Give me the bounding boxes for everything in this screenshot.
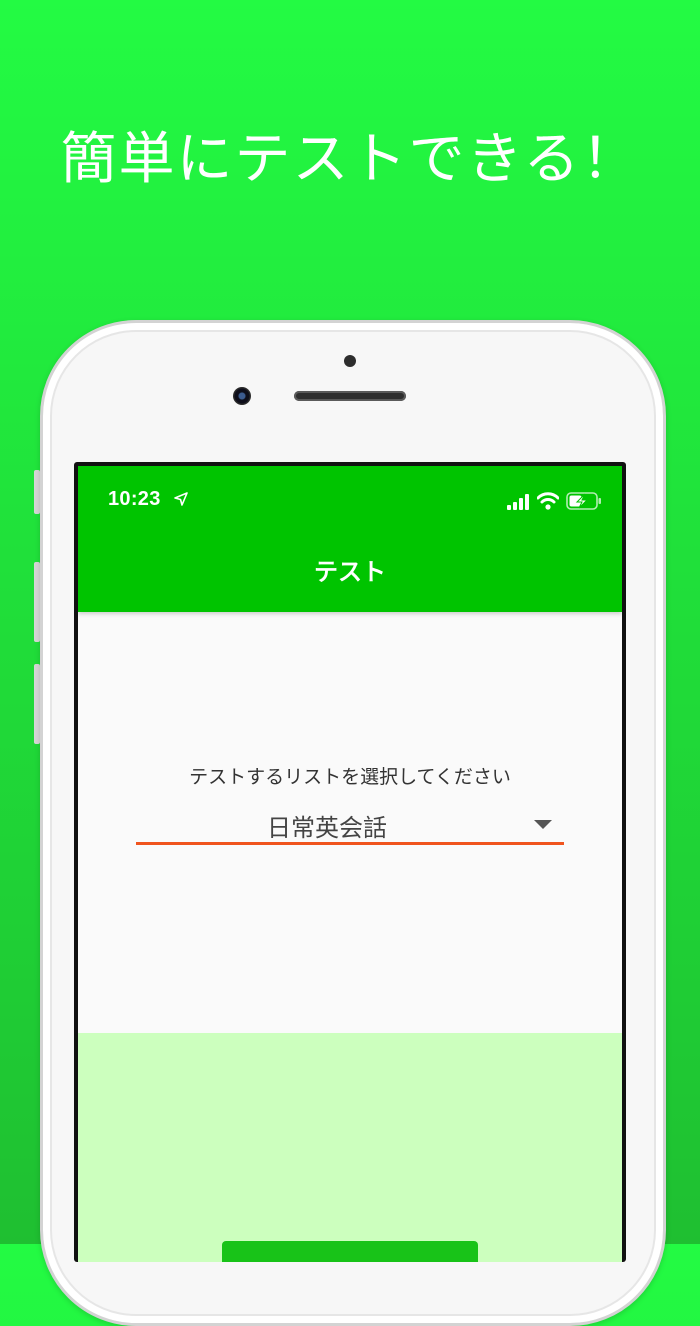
front-camera-icon xyxy=(233,387,251,405)
dropdown-underline xyxy=(136,842,564,845)
status-time: 10:23 xyxy=(108,488,161,510)
earpiece-speaker xyxy=(294,391,406,401)
start-test-button[interactable] xyxy=(222,1241,478,1262)
app-screen: 10:23 テスト テストするリストを選択してください 日常英会話 xyxy=(78,466,622,1262)
proximity-sensor xyxy=(344,355,356,367)
battery-charging-icon xyxy=(566,492,601,510)
wifi-icon xyxy=(537,492,559,510)
promo-headline: 簡単にテストできる！ xyxy=(60,127,640,192)
dropdown-selected-value: 日常英会話 xyxy=(267,814,387,842)
phone-screen: 10:23 テスト テストするリストを選択してください 日常英会話 xyxy=(74,462,626,1262)
location-arrow-icon xyxy=(174,492,188,506)
app-bar-title: テスト xyxy=(314,558,386,586)
app-bar: 10:23 テスト xyxy=(78,466,622,612)
cellular-signal-icon xyxy=(507,494,529,510)
test-list-dropdown[interactable]: 日常英会話 xyxy=(136,802,564,846)
select-list-label: テストするリストを選択してください xyxy=(189,766,511,788)
bottom-panel xyxy=(78,1033,622,1262)
dropdown-arrow-icon xyxy=(534,820,552,829)
